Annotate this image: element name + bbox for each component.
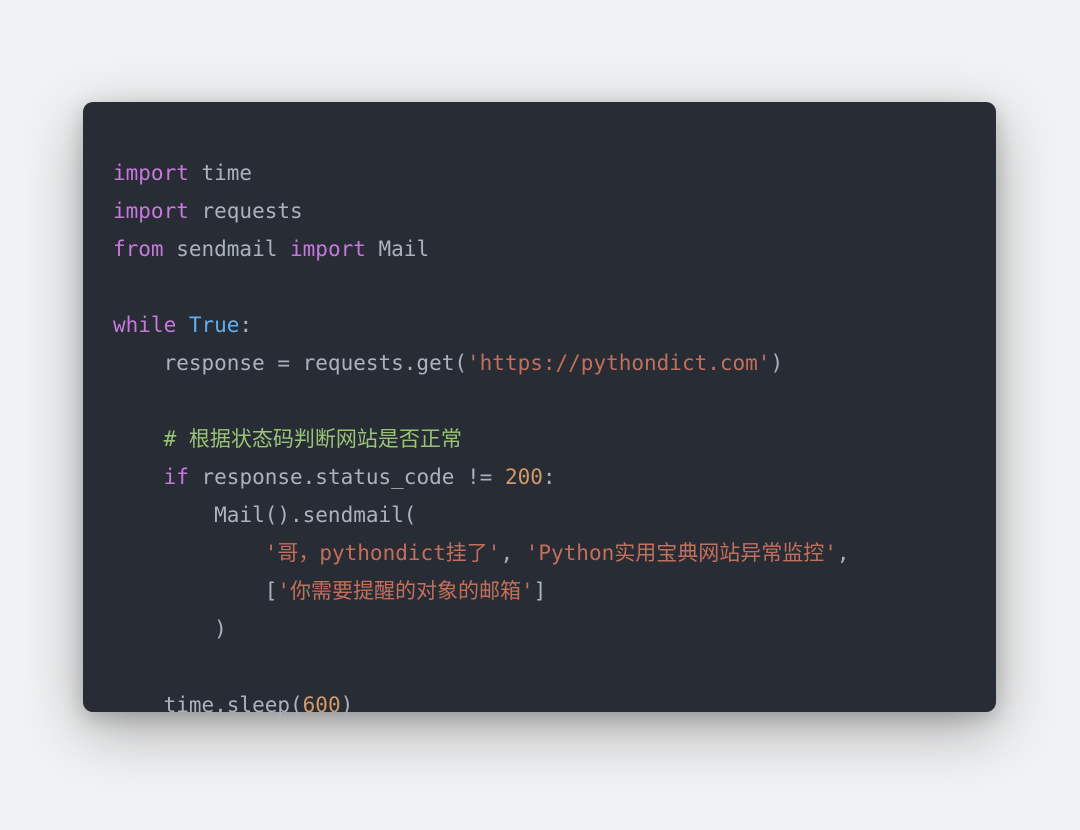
code-token: # 根据状态码判断网站是否正常	[164, 427, 462, 451]
code-token: sendmail	[164, 237, 290, 261]
code-token: :	[239, 313, 252, 337]
code-token: ]	[534, 579, 547, 603]
code-block: import time import requests from sendmai…	[113, 154, 966, 724]
code-token	[176, 313, 189, 337]
code-token: response.status_code !=	[189, 465, 505, 489]
code-token: if	[164, 465, 189, 489]
code-token: '你需要提醒的对象的邮箱'	[277, 579, 533, 603]
code-token: Mail	[366, 237, 429, 261]
code-token: while	[113, 313, 176, 337]
code-token: 'Python实用宝典网站异常监控'	[526, 541, 837, 565]
code-token: 200	[505, 465, 543, 489]
code-token: ,	[500, 541, 525, 565]
code-token: 600	[303, 693, 341, 717]
code-token: time.sleep(	[113, 693, 303, 717]
code-token: )	[113, 617, 227, 641]
code-token: 'https://pythondict.com'	[467, 351, 770, 375]
code-token: True	[189, 313, 240, 337]
code-token: requests	[189, 199, 303, 223]
code-token	[113, 465, 164, 489]
code-token: import	[113, 199, 189, 223]
code-token: :	[543, 465, 556, 489]
code-token: [	[113, 579, 277, 603]
code-token	[113, 541, 265, 565]
code-token: import	[290, 237, 366, 261]
code-token	[113, 427, 164, 451]
code-card: import time import requests from sendmai…	[83, 102, 996, 712]
code-token: '哥，pythondict挂了'	[265, 541, 501, 565]
code-token: time	[189, 161, 252, 185]
code-token: import	[113, 161, 189, 185]
code-token: Mail().sendmail(	[113, 503, 416, 527]
code-token: response = requests.get(	[113, 351, 467, 375]
code-token: ,	[837, 541, 850, 565]
code-token: from	[113, 237, 164, 261]
code-token: )	[341, 693, 354, 717]
code-token: )	[770, 351, 783, 375]
